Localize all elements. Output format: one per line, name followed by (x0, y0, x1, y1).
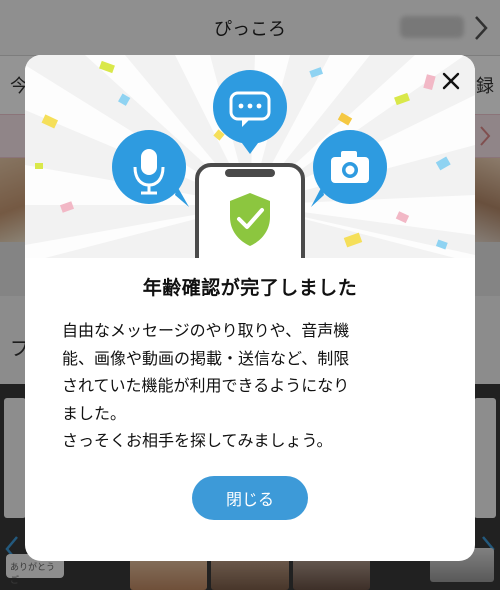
message-line: さっそくお相手を探してみましょう。 (62, 431, 333, 450)
close-dialog-button[interactable] (433, 63, 469, 99)
message-line: 能、画像や動画の掲載・送信など、制限 (62, 348, 350, 368)
close-icon[interactable] (442, 72, 460, 90)
message-line: 自由なメッセージのやり取りや、音声機 (62, 321, 350, 340)
message-line: されていた機能が利用できるようになり (62, 376, 350, 395)
dialog-illustration (25, 55, 475, 258)
illustration-svg (25, 55, 475, 258)
message-line: ました。 (62, 403, 127, 423)
dialog-title: 年齢確認が完了しました (142, 277, 358, 299)
dialog-message: 自由なメッセージのやり取りや、音声機 能、画像や動画の掲載・送信など、制限 され… (62, 317, 442, 455)
age-verification-dialog: 年齢確認が完了しました 自由なメッセージのやり取りや、音声機 能、画像や動画の掲… (25, 55, 475, 561)
close-button[interactable]: 閉じる (192, 476, 308, 520)
